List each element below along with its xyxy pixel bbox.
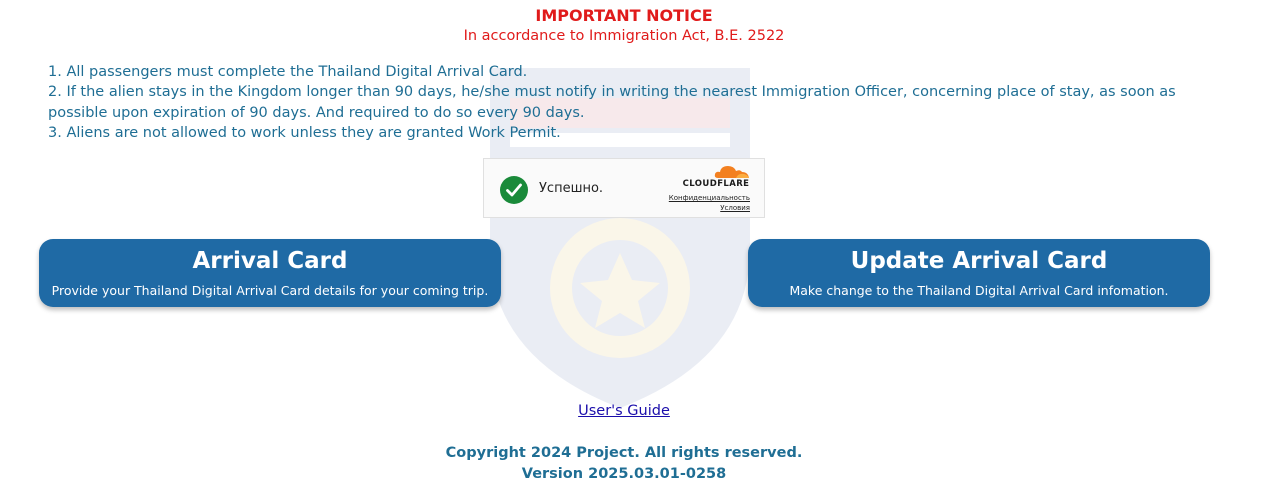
arrival-card-button[interactable]: Arrival Card Provide your Thailand Digit… bbox=[39, 239, 501, 307]
notice-subtitle: In accordance to Immigration Act, B.E. 2… bbox=[463, 28, 785, 44]
captcha-privacy-link[interactable]: Конфиденциальность bbox=[669, 194, 750, 202]
rule-item: 3. Aliens are not allowed to work unless… bbox=[48, 125, 561, 142]
notice-title: IMPORTANT NOTICE bbox=[535, 6, 713, 25]
update-arrival-card-button-title: Update Arrival Card bbox=[850, 248, 1108, 274]
arrival-card-button-title: Arrival Card bbox=[192, 248, 348, 274]
captcha-terms-link[interactable]: Условия bbox=[720, 204, 750, 212]
copyright-text: Copyright 2024 Project. All rights reser… bbox=[445, 445, 803, 461]
update-arrival-card-button[interactable]: Update Arrival Card Make change to the T… bbox=[748, 239, 1210, 307]
notice-rules: 1. All passengers must complete the Thai… bbox=[48, 62, 1208, 144]
arrival-card-button-description: Provide your Thailand Digital Arrival Ca… bbox=[51, 283, 489, 298]
cloudflare-logo: CLOUDFLARE bbox=[680, 165, 752, 191]
cloudflare-brand: CLOUDFLARE bbox=[682, 179, 750, 189]
update-arrival-card-button-description: Make change to the Thailand Digital Arri… bbox=[789, 283, 1169, 298]
captcha-widget[interactable]: Успешно. CLOUDFLARE Конфиденциальность У… bbox=[483, 158, 765, 218]
version-text: Version 2025.03.01-0258 bbox=[521, 466, 727, 482]
users-guide-link[interactable]: User's Guide bbox=[578, 403, 670, 419]
guide-link-container: User's Guide bbox=[0, 403, 1248, 419]
cloudflare-cloud-icon bbox=[714, 166, 749, 178]
rule-item: 1. All passengers must complete the Thai… bbox=[48, 64, 528, 80]
rule-item: 2. If the alien stays in the Kingdom lon… bbox=[48, 84, 1176, 121]
captcha-status: Успешно. bbox=[539, 181, 604, 196]
checkmark-icon bbox=[500, 176, 528, 204]
arrival-card-landing-page: IMPORTANT NOTICE In accordance to Immigr… bbox=[0, 0, 1280, 496]
